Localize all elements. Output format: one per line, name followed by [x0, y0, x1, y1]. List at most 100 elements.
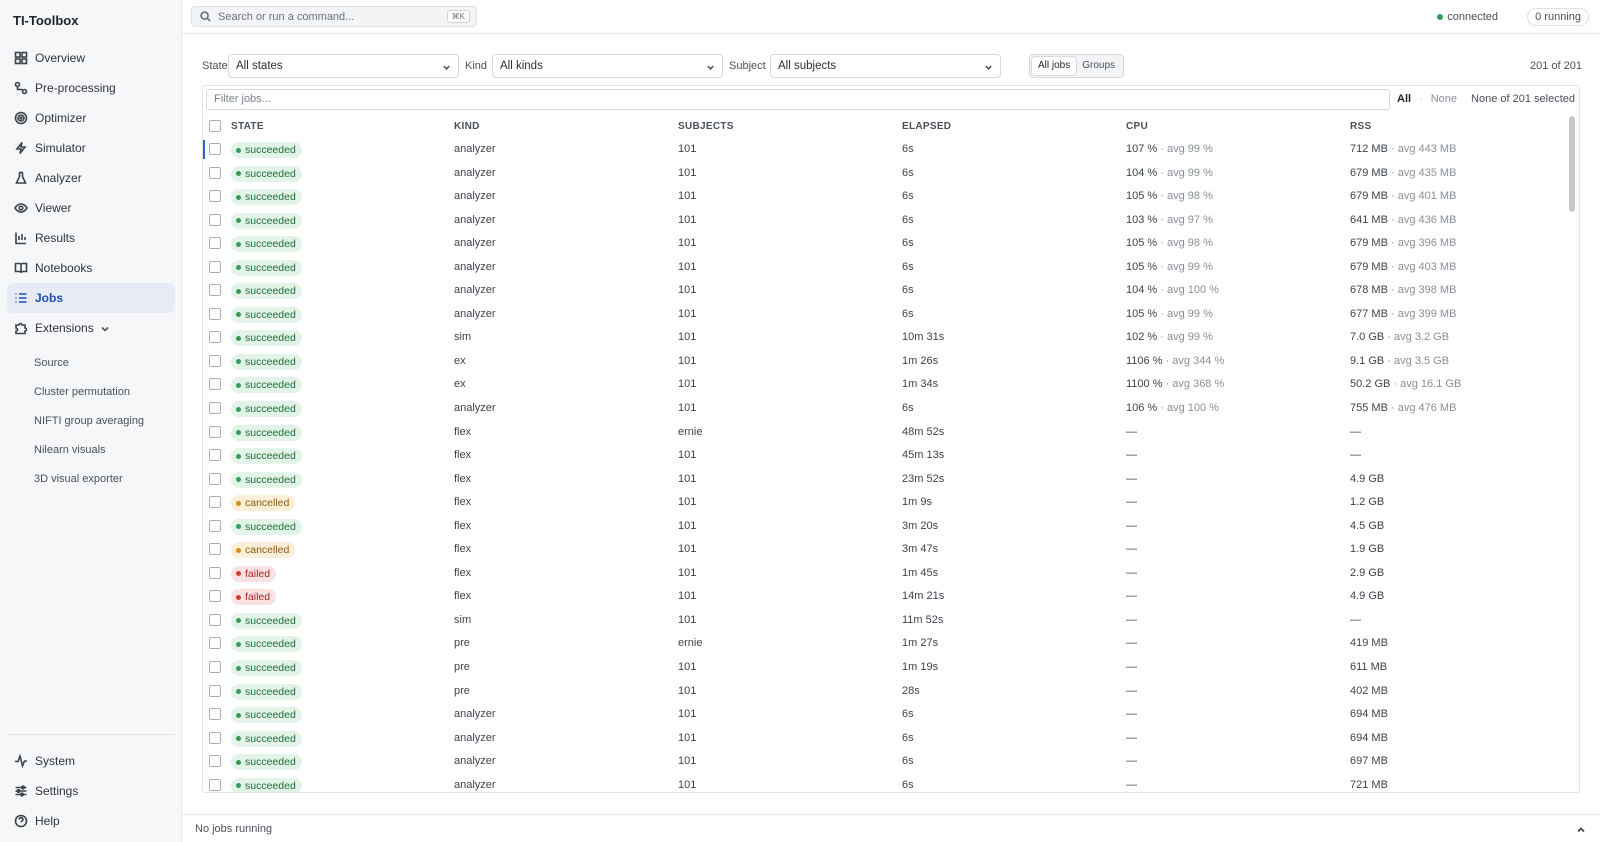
table-row[interactable]: succeeded analyzer 101 6s 106 % · avg 100 % 7…	[203, 397, 1567, 421]
select-all-link[interactable]: All	[1397, 93, 1411, 105]
table-row[interactable]: succeeded analyzer 101 6s — 721 MB	[203, 774, 1567, 792]
table-row[interactable]: succeeded flex 101 23m 52s — 4.9 GB	[203, 468, 1567, 492]
row-checkbox[interactable]	[209, 755, 221, 768]
row-checkbox[interactable]	[209, 237, 221, 250]
row-checkbox[interactable]	[209, 378, 221, 391]
row-checkbox[interactable]	[209, 354, 221, 367]
row-checkbox[interactable]	[209, 284, 221, 297]
row-checkbox[interactable]	[209, 402, 221, 415]
table-row[interactable]: succeeded flex 101 45m 13s — —	[203, 444, 1567, 468]
row-checkbox[interactable]	[209, 166, 221, 179]
sidebar-item-extensions[interactable]: Extensions	[7, 313, 175, 343]
table-row[interactable]: failed flex 101 1m 45s — 2.9 GB	[203, 562, 1567, 586]
row-checkbox[interactable]	[209, 472, 221, 485]
extension-item-cluster-permutation[interactable]: Cluster permutation	[34, 382, 174, 402]
table-row[interactable]: succeeded analyzer 101 6s 104 % · avg 100 % 6…	[203, 279, 1567, 303]
column-header-cpu[interactable]: CPU	[1126, 121, 1148, 132]
table-row[interactable]: succeeded analyzer 101 6s 105 % · avg 98 % 67…	[203, 185, 1567, 209]
table-row[interactable]: succeeded analyzer 101 6s 105 % · avg 98 % 67…	[203, 232, 1567, 256]
sidebar-item-analyzer[interactable]: Analyzer	[7, 163, 175, 193]
command-search[interactable]: Search or run a command... ⌘K	[191, 6, 477, 27]
column-header-state[interactable]: STATE	[231, 121, 264, 132]
subjects-cell: 101	[678, 778, 697, 791]
subject-select[interactable]: All subjects	[770, 54, 1001, 78]
row-checkbox[interactable]	[209, 190, 221, 203]
table-row[interactable]: succeeded pre ernie 1m 27s — 419 MB	[203, 632, 1567, 656]
sidebar-item-system[interactable]: System	[7, 746, 175, 776]
row-checkbox[interactable]	[209, 449, 221, 462]
column-header-subjects[interactable]: SUBJECTS	[678, 121, 734, 132]
table-row[interactable]: succeeded sim 101 11m 52s — —	[203, 609, 1567, 633]
table-row[interactable]: succeeded ex 101 1m 34s 1100 % · avg 368 % 50…	[203, 373, 1567, 397]
row-checkbox[interactable]	[209, 496, 221, 509]
column-header-rss[interactable]: RSS	[1350, 121, 1371, 132]
sidebar-item-overview[interactable]: Overview	[7, 43, 175, 73]
row-checkbox[interactable]	[209, 425, 221, 438]
extension-item-nilearn-visuals[interactable]: Nilearn visuals	[34, 440, 174, 460]
sidebar-item-optimizer[interactable]: Optimizer	[7, 103, 175, 133]
chevron-down-icon[interactable]	[100, 323, 110, 333]
row-checkbox[interactable]	[209, 331, 221, 344]
running-badge[interactable]: 0 running	[1527, 8, 1589, 26]
table-row[interactable]: succeeded ex 101 1m 26s 1106 % · avg 344 % 9.…	[203, 350, 1567, 374]
row-checkbox[interactable]	[209, 213, 221, 226]
sidebar: TI-Toolbox Overview Pre-processing Optim…	[0, 0, 182, 842]
table-row[interactable]: succeeded analyzer 101 6s 107 % · avg 99 % 71…	[203, 138, 1567, 162]
table-row[interactable]: succeeded analyzer 101 6s — 697 MB	[203, 750, 1567, 774]
sidebar-item-jobs[interactable]: Jobs	[7, 283, 175, 313]
row-checkbox[interactable]	[209, 661, 221, 674]
row-checkbox[interactable]	[209, 637, 221, 650]
row-checkbox[interactable]	[209, 708, 221, 721]
table-scrollbar[interactable]	[1568, 116, 1576, 788]
table-row[interactable]: succeeded pre 101 1m 19s — 611 MB	[203, 656, 1567, 680]
row-checkbox[interactable]	[209, 519, 221, 532]
row-checkbox[interactable]	[209, 778, 221, 791]
sidebar-item-results[interactable]: Results	[7, 223, 175, 253]
extension-item-nifti-group-averaging[interactable]: NIFTI group averaging	[34, 411, 174, 431]
row-checkbox[interactable]	[209, 613, 221, 626]
table-row[interactable]: succeeded sim 101 10m 31s 102 % · avg 99 % 7.…	[203, 326, 1567, 350]
row-checkbox[interactable]	[209, 684, 221, 697]
kind-select[interactable]: All kinds	[492, 54, 723, 78]
table-row[interactable]: succeeded analyzer 101 6s 105 % · avg 99 % 67…	[203, 256, 1567, 280]
toggle-all-jobs[interactable]: All jobs	[1032, 57, 1077, 75]
chevron-up-icon[interactable]	[1576, 824, 1586, 834]
sidebar-item-pre-processing[interactable]: Pre-processing	[7, 73, 175, 103]
table-row[interactable]: cancelled flex 101 3m 47s — 1.9 GB	[203, 538, 1567, 562]
column-header-kind[interactable]: KIND	[454, 121, 480, 132]
cpu-cell: —	[1126, 520, 1137, 532]
table-row[interactable]: succeeded flex 101 3m 20s — 4.5 GB	[203, 515, 1567, 539]
row-checkbox[interactable]	[209, 566, 221, 579]
sidebar-item-notebooks[interactable]: Notebooks	[7, 253, 175, 283]
table-row[interactable]: succeeded analyzer 101 6s 103 % · avg 97 % 64…	[203, 209, 1567, 233]
scrollbar-thumb[interactable]	[1569, 116, 1575, 212]
table-row[interactable]: succeeded flex ernie 48m 52s — —	[203, 421, 1567, 445]
job-filter-input[interactable]: Filter jobs...	[206, 89, 1390, 110]
extension-item-3d-visual-exporter[interactable]: 3D visual exporter	[34, 469, 174, 489]
table-row[interactable]: succeeded pre 101 28s — 402 MB	[203, 680, 1567, 704]
table-row[interactable]: failed flex 101 14m 21s — 4.9 GB	[203, 585, 1567, 609]
row-checkbox[interactable]	[209, 590, 221, 603]
select-none-link[interactable]: None	[1431, 93, 1457, 105]
extension-item-source[interactable]: Source	[34, 353, 174, 373]
table-row[interactable]: succeeded analyzer 101 6s 105 % · avg 99 % 67…	[203, 303, 1567, 327]
sidebar-item-settings[interactable]: Settings	[7, 776, 175, 806]
row-checkbox[interactable]	[209, 307, 221, 320]
table-row[interactable]: succeeded analyzer 101 6s 104 % · avg 99 % 67…	[203, 162, 1567, 186]
column-header-elapsed[interactable]: ELAPSED	[902, 121, 951, 132]
row-checkbox[interactable]	[209, 543, 221, 556]
row-checkbox[interactable]	[209, 143, 221, 155]
sidebar-item-help[interactable]: Help	[7, 806, 175, 836]
table-row[interactable]: succeeded analyzer 101 6s — 694 MB	[203, 727, 1567, 751]
row-checkbox[interactable]	[209, 260, 221, 273]
sidebar-item-viewer[interactable]: Viewer	[7, 193, 175, 223]
header-checkbox[interactable]	[209, 120, 221, 132]
table-row[interactable]: succeeded analyzer 101 6s — 694 MB	[203, 703, 1567, 727]
status-badge: succeeded	[231, 377, 302, 394]
row-checkbox[interactable]	[209, 731, 221, 744]
table-row[interactable]: cancelled flex 101 1m 9s — 1.2 GB	[203, 491, 1567, 515]
state-select[interactable]: All states	[228, 54, 459, 78]
toggle-groups[interactable]: Groups	[1076, 57, 1121, 75]
selection-controls: All · None None of 201 selected	[1397, 93, 1575, 105]
sidebar-item-simulator[interactable]: Simulator	[7, 133, 175, 163]
